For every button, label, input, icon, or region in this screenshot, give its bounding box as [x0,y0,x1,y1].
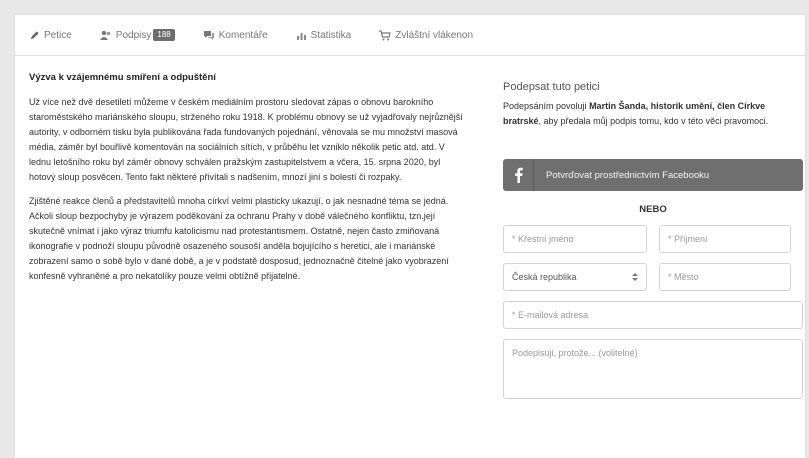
email-field[interactable]: * E-mailová adresa [503,301,803,329]
petition-title: Výzva k vzájemnému smíření a odpuštění [29,72,216,83]
tab-statistika[interactable]: Statistika [296,29,352,41]
tab-label: Petice [44,29,72,41]
or-separator: NEBO [639,204,667,215]
petition-card: Petice Podpisy 188 Komentáře Statistika … [14,14,806,458]
sign-desc-text: Podepsáním povoluji [503,101,590,111]
sign-desc-text: , aby předala můj podpis tomu, kdo v tét… [538,116,769,126]
tab-label: Zvláštní vlákenon [395,29,474,41]
facebook-button-label: Potvrďovat prostřednictvím Facebooku [546,169,710,181]
tab-zvlastni[interactable]: Zvláštní vlákenon [379,30,473,41]
city-field[interactable]: * Město [659,263,791,291]
email-row: * E-mailová adresa [503,301,803,329]
signature-count-badge: 188 [153,29,175,41]
users-icon [99,30,111,40]
petition-paragraph: Zjištěné reakce členů a představitelů mn… [29,196,449,281]
tab-label: Komentáře [218,29,268,41]
petition-text: Výzva k vzájemnému smíření a odpuštění U… [29,70,469,293]
tab-petice[interactable]: Petice [29,30,72,41]
bar-chart-icon [296,32,306,40]
comment-textarea[interactable]: Podepisuji, protože... (volitelné) [503,339,803,399]
cart-icon [379,29,392,40]
location-row: Česká republika * Město [503,263,803,291]
pencil-icon [30,30,39,39]
comments-icon [203,30,214,40]
comment-row: Podepisuji, protože... (volitelné) [503,339,803,399]
select-arrows-icon [632,273,638,281]
name-row: * Křestní jméno * Příjmení [503,225,803,253]
country-select[interactable]: Česká republika [503,263,647,291]
facebook-confirm-button[interactable]: Potvrďovat prostřednictvím Facebooku [503,159,803,191]
facebook-icon [503,159,534,191]
tab-label: Podpisy [115,29,152,41]
tab-label: Statistika [310,29,352,41]
sign-title: Podepsat tuto petici [503,81,600,93]
tab-podpisy[interactable]: Podpisy 188 [99,29,175,41]
tab-bar: Petice Podpisy 188 Komentáře Statistika … [15,15,805,56]
tab-komentare[interactable]: Komentáře [203,30,268,41]
sign-description: Podepsáním povoluji Martin Šanda, histor… [503,99,773,129]
petition-paragraph: Už více než dvě desetiletí můžeme v česk… [29,97,463,182]
last-name-field[interactable]: * Příjmení [659,225,791,253]
first-name-field[interactable]: * Křestní jméno [503,225,647,253]
country-value: Česká republika [512,272,577,282]
sign-panel: Podepsat tuto petici Podepsáním povoluji… [503,81,803,409]
